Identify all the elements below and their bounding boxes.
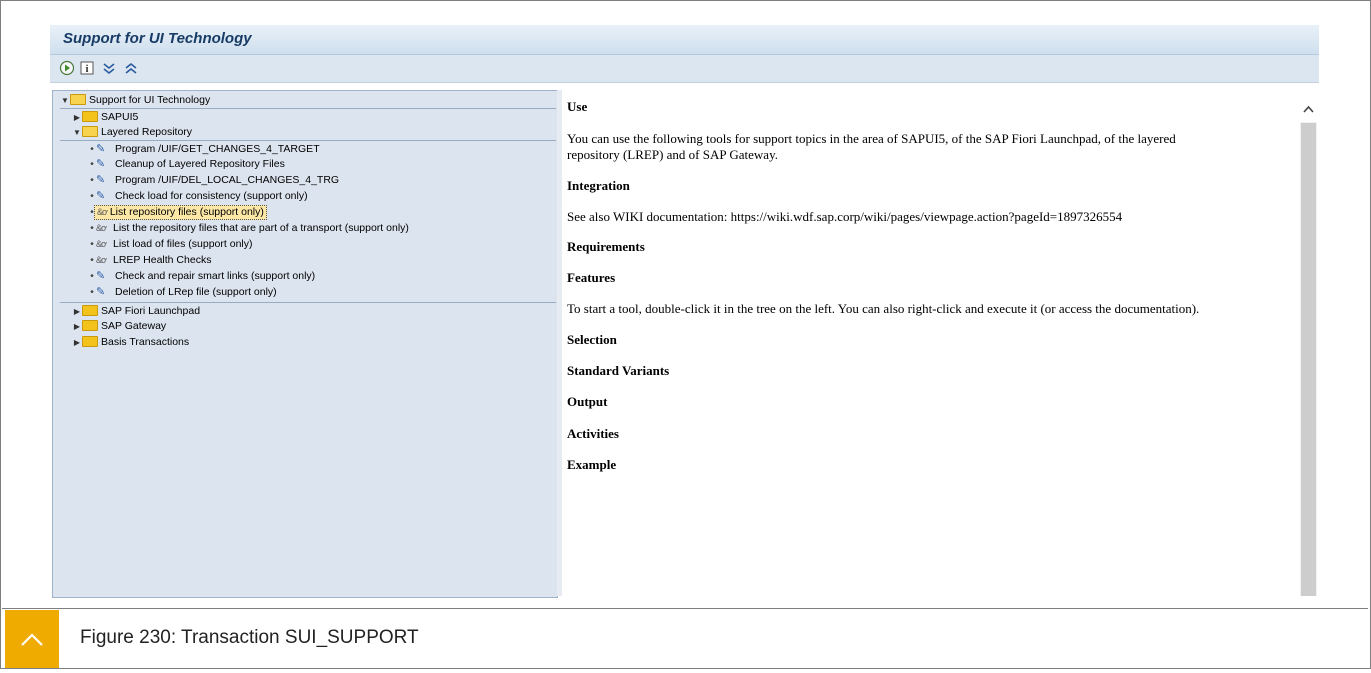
vertical-scrollbar[interactable]: [1300, 90, 1317, 596]
expanded-triangle-icon[interactable]: ▼: [60, 96, 70, 105]
tree-node-gateway[interactable]: ▶ SAP Gateway: [60, 318, 166, 334]
tree-leaf[interactable]: • ✎ Check load for consistency (support …: [60, 188, 307, 204]
chevron-up-icon: [21, 633, 43, 646]
tree-leaf[interactable]: • ✎ Deletion of LRep file (support only): [60, 284, 276, 300]
folder-icon: [82, 319, 98, 333]
pencil-icon: ✎: [96, 189, 106, 202]
glasses-icon: &ơ: [97, 206, 108, 217]
figure-caption: Figure 230: Transaction SUI_SUPPORT: [2, 608, 1368, 668]
doc-heading-features: Features: [567, 270, 616, 285]
collapse-all-icon[interactable]: [123, 60, 139, 76]
doc-heading-integration: Integration: [567, 178, 630, 193]
open-folder-icon: [82, 125, 98, 139]
documentation-panel: [562, 90, 1300, 596]
folder-icon: [82, 110, 98, 124]
tree-leaf[interactable]: • ✎ Program /UIF/DEL_LOCAL_CHANGES_4_TRG: [60, 172, 339, 188]
pencil-icon: ✎: [96, 285, 106, 298]
folder-icon: [82, 335, 98, 349]
tree-leaf[interactable]: • ✎ Program /UIF/GET_CHANGES_4_TARGET: [60, 140, 556, 157]
pencil-icon: ✎: [96, 173, 106, 186]
doc-heading-selection: Selection: [567, 332, 617, 347]
window-title-bar: Support for UI Technology: [50, 25, 1319, 55]
chevron-up-icon: [1303, 105, 1314, 113]
pencil-icon: ✎: [96, 142, 106, 155]
doc-heading-use: Use: [567, 99, 588, 114]
application-toolbar: i: [50, 55, 1319, 83]
window-title: Support for UI Technology: [63, 30, 252, 47]
doc-heading-standard-variants: Standard Variants: [567, 363, 670, 378]
collapsed-triangle-icon[interactable]: ▶: [72, 307, 82, 316]
tree-node-layered-repository[interactable]: ▼ Layered Repository: [60, 124, 192, 140]
collapsed-triangle-icon[interactable]: ▶: [72, 322, 82, 331]
caption-text: Figure 230: Transaction SUI_SUPPORT: [80, 627, 419, 648]
glasses-icon: &ơ: [96, 222, 107, 233]
doc-text-integration: See also WIKI documentation: https://wik…: [567, 209, 1123, 224]
tree-leaf[interactable]: • &ơ LREP Health Checks: [60, 252, 211, 268]
tree-leaf[interactable]: • ✎ Cleanup of Layered Repository Files: [60, 156, 285, 172]
tree-node-basis[interactable]: ▶ Basis Transactions: [60, 334, 189, 350]
doc-heading-output: Output: [567, 394, 608, 409]
caption-badge[interactable]: [5, 610, 59, 668]
info-icon[interactable]: i: [79, 60, 95, 76]
scrollbar-thumb[interactable]: [1301, 123, 1316, 596]
svg-text:i: i: [86, 64, 89, 75]
scroll-up-button[interactable]: [1300, 90, 1317, 122]
tree-leaf[interactable]: • &ơ List load of files (support only): [60, 236, 252, 252]
selected-item-highlight[interactable]: &ơ List repository files (support only): [94, 204, 267, 220]
collapsed-triangle-icon[interactable]: ▶: [72, 113, 82, 122]
doc-text-use-line2: repository (LREP) and of SAP Gateway.: [567, 147, 778, 162]
doc-text-use-line1: You can use the following tools for supp…: [567, 131, 1176, 146]
doc-heading-activities: Activities: [567, 426, 619, 441]
folder-icon: [82, 304, 98, 318]
tree-node-sapui5[interactable]: ▶ SAPUI5: [60, 108, 556, 125]
pencil-icon: ✎: [96, 157, 106, 170]
glasses-icon: &ơ: [96, 238, 107, 249]
tree-leaf[interactable]: • &ơ List the repository files that are …: [60, 220, 409, 236]
tree-node-fiori-launchpad[interactable]: ▶ SAP Fiori Launchpad: [60, 302, 556, 319]
tree-node-root[interactable]: ▼ Support for UI Technology: [60, 92, 210, 108]
expanded-triangle-icon[interactable]: ▼: [72, 128, 82, 137]
tree-leaf[interactable]: • ✎ Check and repair smart links (suppor…: [60, 268, 315, 284]
tree-leaf-selected[interactable]: • &ơ List repository files (support only…: [60, 204, 267, 220]
open-folder-icon: [70, 93, 86, 107]
doc-heading-requirements: Requirements: [567, 239, 645, 254]
doc-text-features: To start a tool, double-click it in the …: [567, 301, 1200, 316]
pencil-icon: ✎: [96, 269, 106, 282]
execute-icon[interactable]: [59, 60, 75, 76]
doc-heading-example: Example: [567, 457, 617, 472]
collapsed-triangle-icon[interactable]: ▶: [72, 338, 82, 347]
expand-all-icon[interactable]: [101, 60, 117, 76]
glasses-icon: &ơ: [96, 254, 107, 265]
